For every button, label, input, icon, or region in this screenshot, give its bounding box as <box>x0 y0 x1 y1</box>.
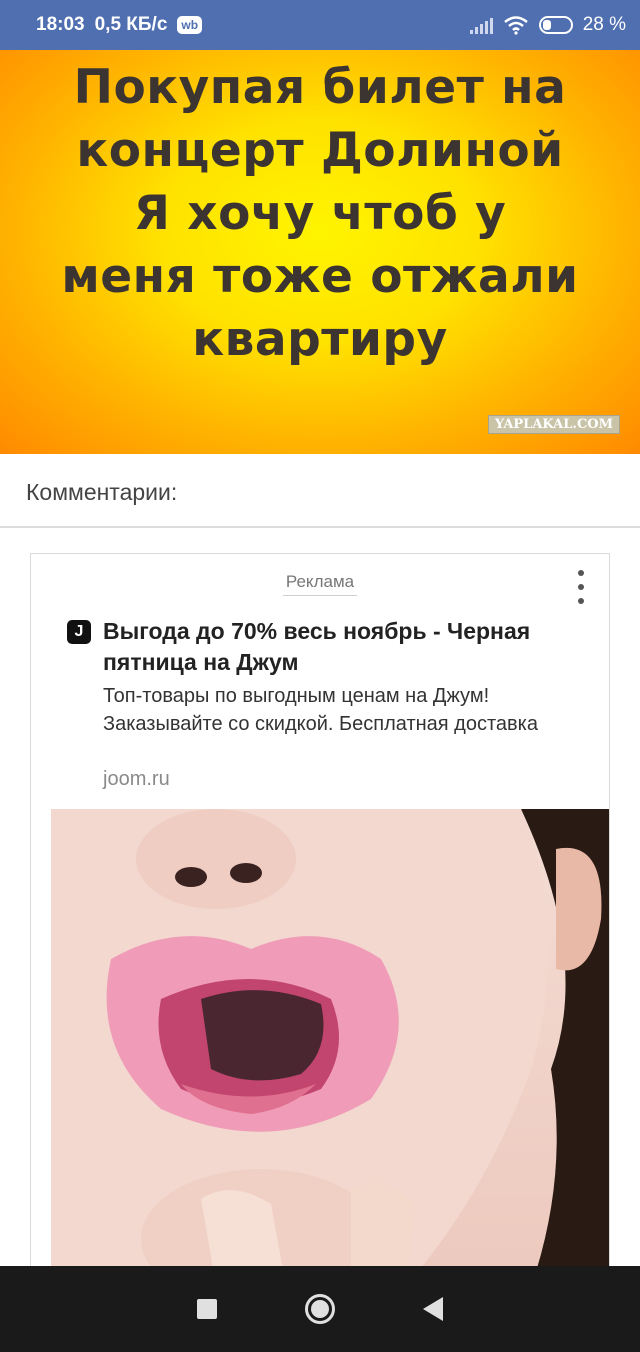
battery-icon <box>538 16 573 34</box>
ad-description: Топ-товары по выгодным ценам на Джум! За… <box>103 685 538 735</box>
watermark: YAPLAKAL.COM <box>487 415 620 434</box>
ad-card[interactable]: Реклама J Выгода до 70% весь ноябрь - Че… <box>30 553 610 1313</box>
ad-image[interactable] <box>51 809 609 1312</box>
meme-line: меня тоже отжали <box>61 249 579 304</box>
more-vert-icon[interactable] <box>577 570 585 604</box>
recents-square-icon[interactable] <box>187 1289 227 1329</box>
status-bar: 18:03 0,5 КБ/с wb 28 % <box>0 0 640 50</box>
network-speed: 0,5 КБ/с <box>94 14 168 35</box>
meme-line: Покупая билет на <box>73 60 567 115</box>
status-time: 18:03 <box>36 14 85 35</box>
comments-title: Комментарии: <box>26 478 178 505</box>
ad-domain[interactable]: joom.ru <box>103 768 170 791</box>
navigation-bar <box>0 1266 640 1352</box>
wb-notification-icon: wb <box>177 16 203 34</box>
ad-label-underline <box>283 595 357 596</box>
ad-label: Реклама <box>285 572 355 591</box>
back-triangle-icon[interactable] <box>413 1289 453 1329</box>
wifi-icon <box>503 16 528 35</box>
meme-image[interactable]: Покупая билет на концерт Долиной Я хочу … <box>0 50 640 454</box>
ad-title[interactable]: Выгода до 70% весь ноябрь - Черная пятни… <box>103 616 593 678</box>
meme-line: концерт Долиной <box>76 123 564 178</box>
comments-header: Комментарии: <box>0 454 640 528</box>
battery-percent: 28 % <box>582 14 626 35</box>
meme-line: квартиру <box>192 312 448 367</box>
meme-line: Я хочу чтоб у <box>133 186 507 241</box>
home-circle-icon[interactable] <box>300 1289 340 1329</box>
meme-text: Покупая билет на концерт Долиной Я хочу … <box>61 56 578 371</box>
joom-logo-icon: J <box>67 620 91 644</box>
signal-icon <box>469 16 493 34</box>
